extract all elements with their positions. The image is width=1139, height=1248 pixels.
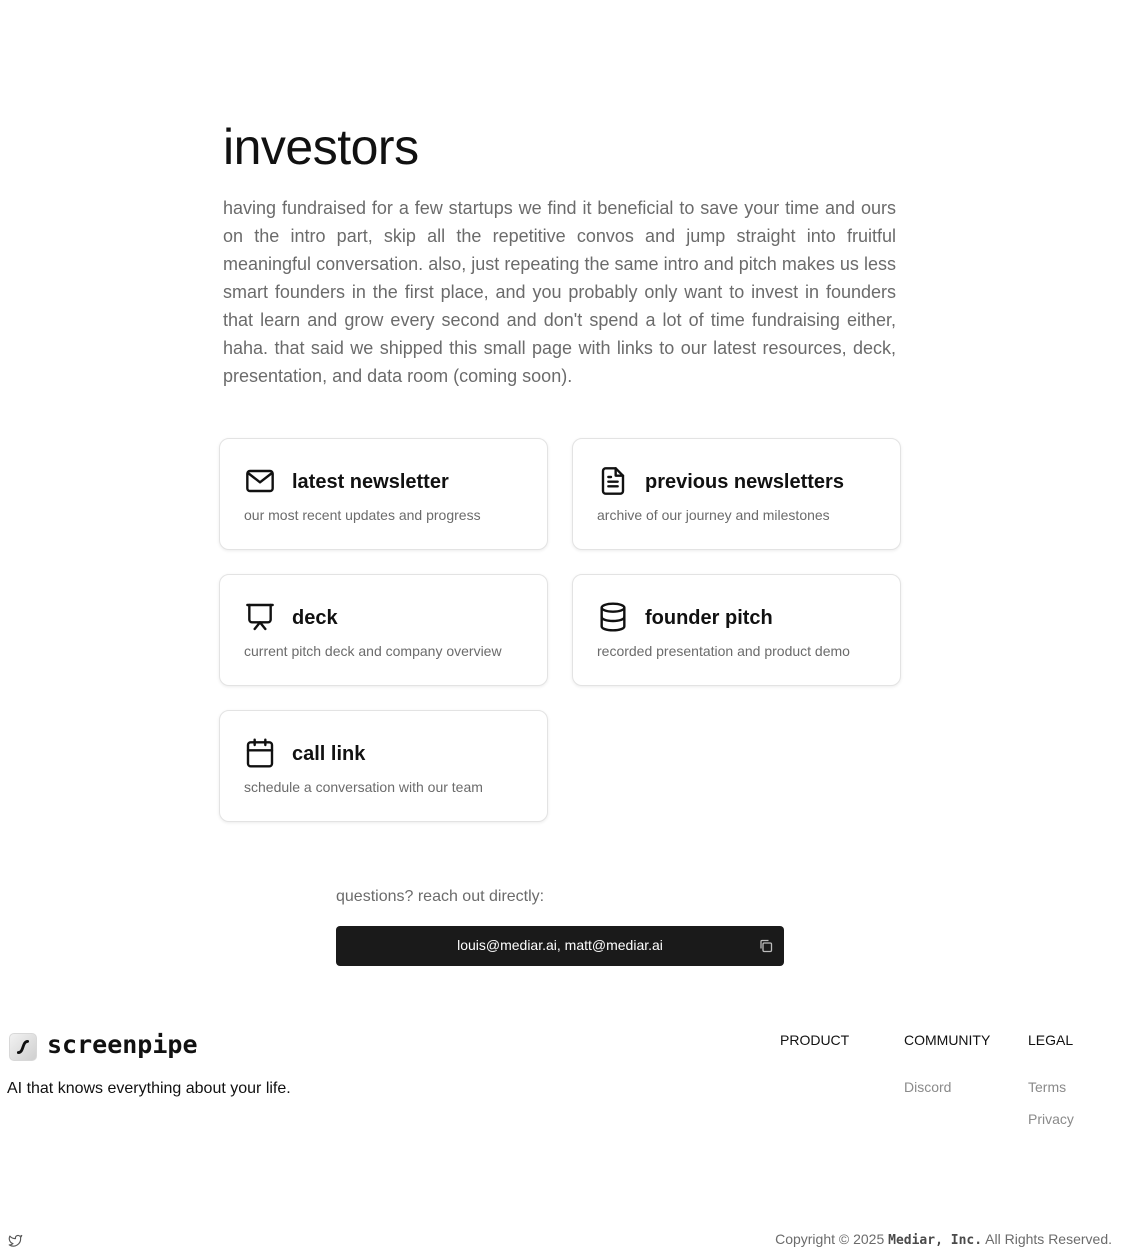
document-icon — [597, 465, 629, 497]
footer-heading-legal: LEGAL — [1028, 1032, 1074, 1048]
card-description: our most recent updates and progress — [244, 507, 481, 523]
footer-heading-product: PRODUCT — [780, 1032, 850, 1048]
footer-link-discord[interactable]: Discord — [904, 1079, 951, 1095]
copyright-prefix: Copyright © 2025 — [775, 1231, 885, 1247]
card-title: deck — [292, 607, 338, 629]
twitter-icon[interactable] — [8, 1233, 23, 1248]
presentation-icon — [244, 601, 276, 633]
card-call-link[interactable]: call link schedule a conversation with o… — [219, 710, 548, 822]
contact-emails: louis@mediar.ai, matt@mediar.ai — [457, 937, 663, 953]
card-title: latest newsletter — [292, 471, 449, 493]
copy-icon[interactable] — [758, 938, 774, 954]
card-description: archive of our journey and milestones — [597, 507, 830, 523]
intro-paragraph: having fundraised for a few startups we … — [223, 198, 896, 386]
card-deck[interactable]: deck current pitch deck and company over… — [219, 574, 548, 686]
footer-heading-community: COMMUNITY — [904, 1032, 991, 1048]
company-name: Mediar, Inc. — [888, 1233, 983, 1248]
copyright-suffix: All Rights Reserved. — [985, 1231, 1112, 1247]
card-description: recorded presentation and product demo — [597, 643, 850, 659]
card-latest-newsletter[interactable]: latest newsletter our most recent update… — [219, 438, 548, 550]
brand-tagline: AI that knows everything about your life… — [7, 1080, 291, 1097]
brand-name: screenpipe — [47, 1030, 198, 1059]
card-title: founder pitch — [645, 607, 773, 629]
footer-link-privacy[interactable]: Privacy — [1028, 1111, 1074, 1127]
footer-link-terms[interactable]: Terms — [1028, 1079, 1066, 1095]
database-icon — [597, 601, 629, 633]
contact-prompt: questions? reach out directly: — [336, 888, 545, 905]
card-title: previous newsletters — [645, 471, 844, 493]
screenpipe-logo[interactable] — [9, 1033, 37, 1061]
card-description: schedule a conversation with our team — [244, 779, 483, 795]
main-content: investors having fundraised for a few st… — [223, 118, 896, 390]
calendar-icon — [244, 737, 276, 769]
card-previous-newsletters[interactable]: previous newsletters archive of our jour… — [572, 438, 901, 550]
mail-icon — [244, 465, 276, 497]
card-title: call link — [292, 743, 366, 765]
card-founder-pitch[interactable]: founder pitch recorded presentation and … — [572, 574, 901, 686]
card-description: current pitch deck and company overview — [244, 643, 502, 659]
page-title: investors — [223, 119, 419, 175]
copyright: Copyright © 2025 Mediar, Inc. All Rights… — [775, 1231, 1112, 1248]
copy-emails-button[interactable]: louis@mediar.ai, matt@mediar.ai — [336, 926, 784, 966]
